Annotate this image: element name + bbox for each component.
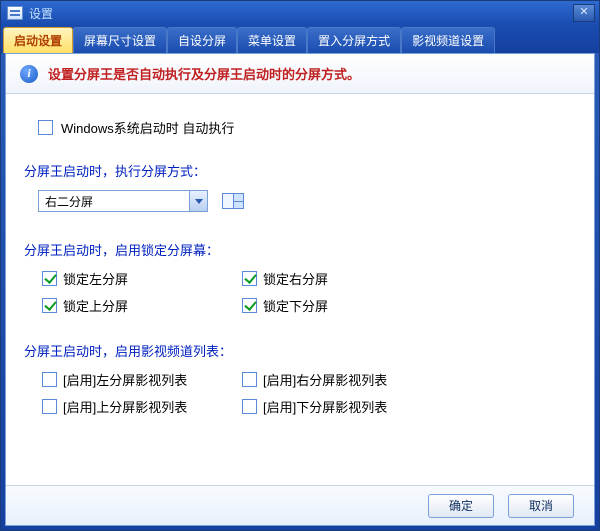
lock-left-label: 锁定左分屏 xyxy=(63,269,128,288)
mode-combo-row: 右二分屏 xyxy=(38,190,576,212)
video-right-item: [启用]右分屏影视列表 xyxy=(242,370,442,389)
content-area: i 设置分屏王是否自动执行及分屏王启动时的分屏方式。 Windows系统启动时 … xyxy=(5,53,595,526)
mode-combo[interactable]: 右二分屏 xyxy=(38,190,208,212)
lock-top-checkbox[interactable] xyxy=(42,298,57,313)
lock-right-item: 锁定右分屏 xyxy=(242,269,442,288)
footer: 确定 取消 xyxy=(6,485,594,525)
lock-bottom-item: 锁定下分屏 xyxy=(242,296,442,315)
body-area: Windows系统启动时 自动执行 分屏王启动时，执行分屏方式： 右二分屏 分屏… xyxy=(6,94,594,485)
tab-video-channel[interactable]: 影视频道设置 xyxy=(401,27,495,53)
lock-right-label: 锁定右分屏 xyxy=(263,269,328,288)
video-left-item: [启用]左分屏影视列表 xyxy=(42,370,242,389)
titlebar: 设置 ✕ xyxy=(1,1,599,25)
window-controls: ✕ xyxy=(573,4,595,22)
section-video-label: 分屏王启动时，启用影视频道列表： xyxy=(24,341,576,360)
section-lock-label: 分屏王启动时，启用锁定分屏幕： xyxy=(24,240,576,259)
video-left-checkbox[interactable] xyxy=(42,372,57,387)
video-grid: [启用]左分屏影视列表 [启用]右分屏影视列表 [启用]上分屏影视列表 [启用]… xyxy=(42,370,576,416)
tab-place-mode[interactable]: 置入分屏方式 xyxy=(307,27,401,53)
autorun-checkbox[interactable] xyxy=(38,120,53,135)
close-icon[interactable]: ✕ xyxy=(573,4,595,22)
lock-top-item: 锁定上分屏 xyxy=(42,296,242,315)
tab-menu-settings[interactable]: 菜单设置 xyxy=(237,27,307,53)
lock-top-label: 锁定上分屏 xyxy=(63,296,128,315)
lock-grid: 锁定左分屏 锁定右分屏 锁定上分屏 锁定下分屏 xyxy=(42,269,576,315)
window-title: 设置 xyxy=(29,5,53,22)
info-bar: i 设置分屏王是否自动执行及分屏王启动时的分屏方式。 xyxy=(6,54,594,94)
lock-bottom-checkbox[interactable] xyxy=(242,298,257,313)
autorun-row: Windows系统启动时 自动执行 xyxy=(38,118,576,137)
settings-window: 设置 ✕ 启动设置 屏幕尺寸设置 自设分屏 菜单设置 置入分屏方式 影视频道设置… xyxy=(0,0,600,531)
autorun-label: Windows系统启动时 自动执行 xyxy=(61,118,234,137)
section-mode-label: 分屏王启动时，执行分屏方式： xyxy=(24,161,576,180)
info-icon: i xyxy=(20,65,38,83)
video-right-checkbox[interactable] xyxy=(242,372,257,387)
chevron-down-icon xyxy=(195,199,203,204)
video-top-label: [启用]上分屏影视列表 xyxy=(63,397,187,416)
title-left: 设置 xyxy=(7,5,53,22)
app-icon xyxy=(7,6,23,20)
info-text: 设置分屏王是否自动执行及分屏王启动时的分屏方式。 xyxy=(48,64,360,83)
lock-bottom-label: 锁定下分屏 xyxy=(263,296,328,315)
lock-right-checkbox[interactable] xyxy=(242,271,257,286)
combo-dropdown-button[interactable] xyxy=(189,191,207,211)
mode-combo-value: 右二分屏 xyxy=(45,193,93,210)
lock-left-item: 锁定左分屏 xyxy=(42,269,242,288)
tab-screen-size[interactable]: 屏幕尺寸设置 xyxy=(73,27,167,53)
tab-bar: 启动设置 屏幕尺寸设置 自设分屏 菜单设置 置入分屏方式 影视频道设置 xyxy=(1,25,599,53)
video-bottom-label: [启用]下分屏影视列表 xyxy=(263,397,387,416)
video-top-checkbox[interactable] xyxy=(42,399,57,414)
video-bottom-checkbox[interactable] xyxy=(242,399,257,414)
lock-left-checkbox[interactable] xyxy=(42,271,57,286)
ok-button[interactable]: 确定 xyxy=(428,494,494,518)
tab-custom-split[interactable]: 自设分屏 xyxy=(167,27,237,53)
video-right-label: [启用]右分屏影视列表 xyxy=(263,370,387,389)
cancel-button[interactable]: 取消 xyxy=(508,494,574,518)
video-left-label: [启用]左分屏影视列表 xyxy=(63,370,187,389)
split-preview-icon xyxy=(222,193,244,209)
video-bottom-item: [启用]下分屏影视列表 xyxy=(242,397,442,416)
video-top-item: [启用]上分屏影视列表 xyxy=(42,397,242,416)
tab-startup[interactable]: 启动设置 xyxy=(3,27,73,53)
